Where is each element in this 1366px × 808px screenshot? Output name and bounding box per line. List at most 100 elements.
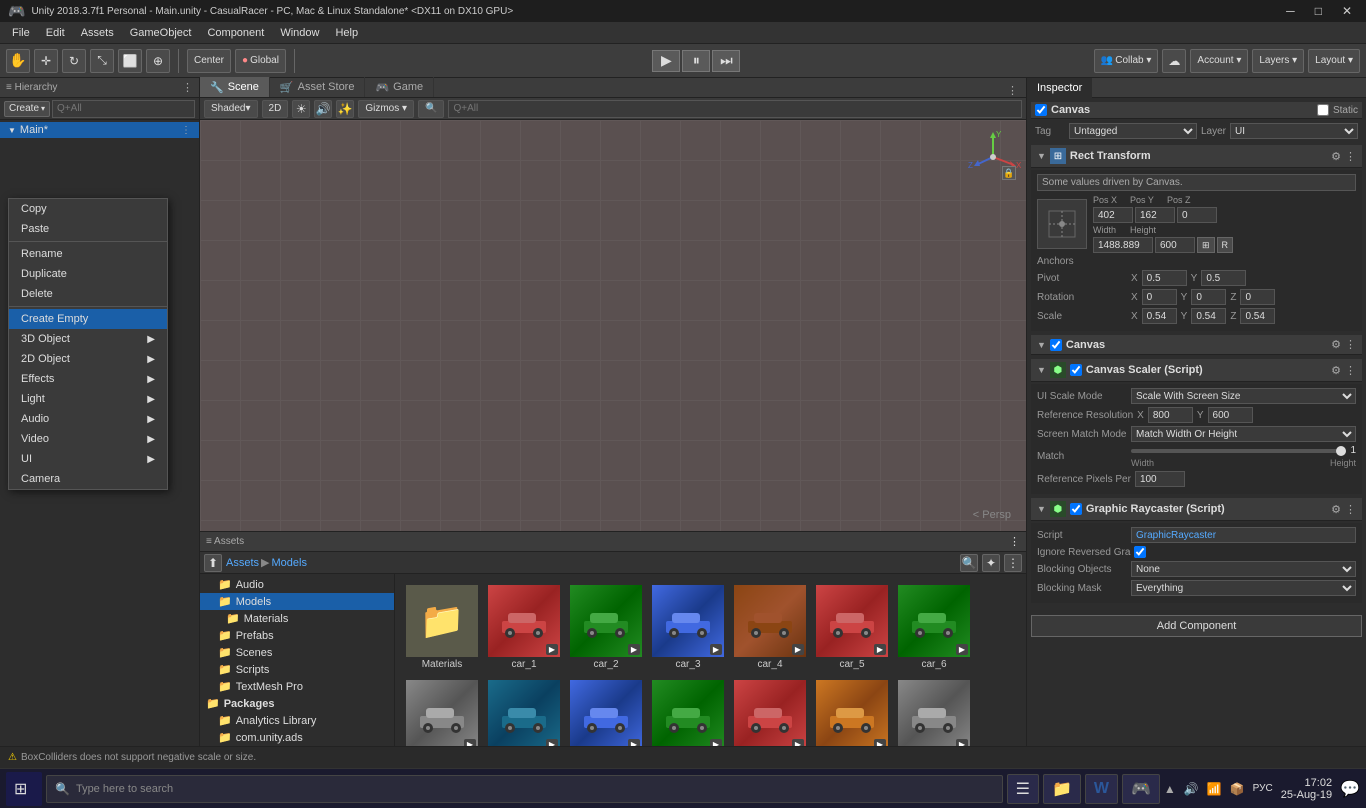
breadcrumb-assets[interactable]: Assets	[226, 557, 259, 569]
blocking-mask-select[interactable]: Everything	[1131, 580, 1356, 596]
ctx-paste[interactable]: Paste	[9, 219, 167, 239]
ui-scale-select[interactable]: Scale With Screen Size	[1131, 388, 1356, 404]
hierarchy-item-menu[interactable]: ⋮	[181, 125, 191, 136]
rot-z-input[interactable]	[1240, 289, 1275, 305]
ignore-reversed-checkbox[interactable]	[1134, 546, 1146, 558]
rt-r-button[interactable]: R	[1217, 237, 1234, 253]
audio-toggle[interactable]: 🔊	[314, 100, 332, 118]
scale-y-input[interactable]	[1191, 308, 1226, 324]
2d-button[interactable]: 2D	[262, 100, 289, 118]
screen-match-select[interactable]: Match Width Or Height	[1131, 426, 1356, 442]
step-button[interactable]: ⏭	[712, 50, 740, 72]
shaded-dropdown[interactable]: Shaded ▾	[204, 100, 258, 118]
tab-scene[interactable]: 🔧 Scene	[200, 77, 270, 97]
global-button[interactable]: ● Global	[235, 49, 286, 73]
script-input[interactable]	[1131, 527, 1356, 543]
ref-res-x-input[interactable]	[1148, 407, 1193, 423]
tab-asset-store[interactable]: 🛒 Asset Store	[270, 77, 366, 97]
canvas-scaler-checkbox[interactable]	[1070, 364, 1082, 376]
start-button[interactable]: ⊞	[6, 772, 42, 806]
asset-car9[interactable]: ▶ car_9	[567, 677, 645, 746]
asset-car3[interactable]: ▶ car_3	[649, 582, 727, 673]
ref-pixels-input[interactable]	[1135, 471, 1185, 487]
pos-x-input[interactable]	[1093, 207, 1133, 223]
scene-lock-button[interactable]: 🔒	[1002, 166, 1016, 180]
rt-expand-button[interactable]: ⊞	[1197, 237, 1215, 253]
tool-scale[interactable]: ⤡	[90, 49, 114, 73]
ctx-delete[interactable]: Delete	[9, 284, 167, 304]
tree-item-scenes[interactable]: 📁 Scenes	[200, 644, 394, 661]
assets-create-icon[interactable]: ✦	[982, 554, 1000, 572]
tab-game[interactable]: 🎮 Game	[365, 77, 434, 97]
scaler-settings-icon[interactable]: ⚙	[1331, 364, 1341, 377]
canvas-settings-icon[interactable]: ⚙	[1331, 338, 1341, 351]
tree-item-packages[interactable]: 📁 Packages	[200, 695, 394, 712]
collab-button[interactable]: 👥 Collab ▾	[1094, 49, 1159, 73]
ctx-2d-object[interactable]: 2D Object ▶	[9, 349, 167, 369]
cloud-button[interactable]: ☁	[1162, 49, 1186, 73]
static-checkbox[interactable]	[1317, 104, 1329, 116]
ctx-duplicate[interactable]: Duplicate	[9, 264, 167, 284]
asset-car13[interactable]: ▶ car_13	[895, 677, 973, 746]
menu-window[interactable]: Window	[272, 25, 327, 41]
asset-car12[interactable]: ▶ car_12	[813, 677, 891, 746]
asset-materials[interactable]: 📁 Materials	[403, 582, 481, 673]
menu-component[interactable]: Component	[199, 25, 272, 41]
rt-settings-icon[interactable]: ⚙	[1331, 150, 1341, 163]
hierarchy-item-main[interactable]: ▼ Main* ⋮	[0, 122, 199, 138]
layers-button[interactable]: Layers ▾	[1252, 49, 1304, 73]
minimize-button[interactable]: ─	[1280, 4, 1301, 18]
search-scene[interactable]: 🔍	[418, 100, 444, 118]
taskbar-explorer[interactable]: 📁	[1043, 774, 1081, 804]
title-bar-controls[interactable]: ─ □ ✕	[1280, 4, 1358, 18]
menu-assets[interactable]: Assets	[73, 25, 122, 41]
menu-gameobject[interactable]: GameObject	[122, 25, 200, 41]
tree-item-audio[interactable]: 📁 Audio	[200, 576, 394, 593]
taskbar-word[interactable]: W	[1085, 774, 1118, 804]
menu-edit[interactable]: Edit	[38, 25, 73, 41]
maximize-button[interactable]: □	[1309, 4, 1328, 18]
close-button[interactable]: ✕	[1336, 4, 1358, 18]
asset-car6[interactable]: ▶ car_6	[895, 582, 973, 673]
scene-view[interactable]: Y X Z 🔒 < Per	[200, 120, 1026, 531]
ctx-light[interactable]: Light ▶	[9, 389, 167, 409]
scale-z-input[interactable]	[1240, 308, 1275, 324]
pause-button[interactable]: ⏸	[682, 50, 710, 72]
scale-x-input[interactable]	[1142, 308, 1177, 324]
layout-button[interactable]: Layout ▾	[1308, 49, 1360, 73]
menu-help[interactable]: Help	[327, 25, 366, 41]
ctx-create-empty[interactable]: Create Empty	[9, 309, 167, 329]
inspector-tab[interactable]: Inspector	[1027, 78, 1092, 98]
light-toggle[interactable]: ☀	[292, 100, 310, 118]
center-button[interactable]: Center	[187, 49, 231, 73]
asset-car7[interactable]: ▶ car_7	[403, 677, 481, 746]
canvas-more-icon[interactable]: ⋮	[1345, 338, 1356, 351]
rot-y-input[interactable]	[1191, 289, 1226, 305]
ctx-camera[interactable]: Camera	[9, 469, 167, 489]
fx-toggle[interactable]: ✨	[336, 100, 354, 118]
add-component-button[interactable]: Add Component	[1031, 615, 1362, 637]
tree-item-analytics[interactable]: 📁 Analytics Library	[200, 712, 394, 729]
height-input[interactable]	[1155, 237, 1195, 253]
ctx-copy[interactable]: Copy	[9, 199, 167, 219]
ctx-3d-object[interactable]: 3D Object ▶	[9, 329, 167, 349]
ctx-audio[interactable]: Audio ▶	[9, 409, 167, 429]
search-bar[interactable]: 🔍 Type here to search	[46, 775, 1003, 803]
rect-transform-header[interactable]: ▼ ⊞ Rect Transform ⚙ ⋮	[1031, 145, 1362, 168]
raycaster-settings-icon[interactable]: ⚙	[1331, 503, 1341, 516]
tool-rotate[interactable]: ↻	[62, 49, 86, 73]
notification-icon[interactable]: 💬	[1340, 779, 1360, 799]
tree-item-materials[interactable]: 📁 Materials	[200, 610, 394, 627]
rt-more-icon[interactable]: ⋮	[1345, 150, 1356, 163]
tree-item-prefabs[interactable]: 📁 Prefabs	[200, 627, 394, 644]
hierarchy-search[interactable]	[52, 100, 195, 118]
canvas-component-header[interactable]: ▼ Canvas ⚙ ⋮	[1031, 335, 1362, 355]
pos-z-input[interactable]	[1177, 207, 1217, 223]
hierarchy-menu-icon[interactable]: ⋮	[182, 81, 193, 94]
pos-y-input[interactable]	[1135, 207, 1175, 223]
create-button[interactable]: Create ▾	[4, 101, 50, 117]
assets-menu-icon[interactable]: ⋮	[1009, 535, 1020, 548]
asset-car2[interactable]: ▶ car_2	[567, 582, 645, 673]
scene-search-input[interactable]	[448, 100, 1022, 118]
tree-item-textmesh[interactable]: 📁 TextMesh Pro	[200, 678, 394, 695]
